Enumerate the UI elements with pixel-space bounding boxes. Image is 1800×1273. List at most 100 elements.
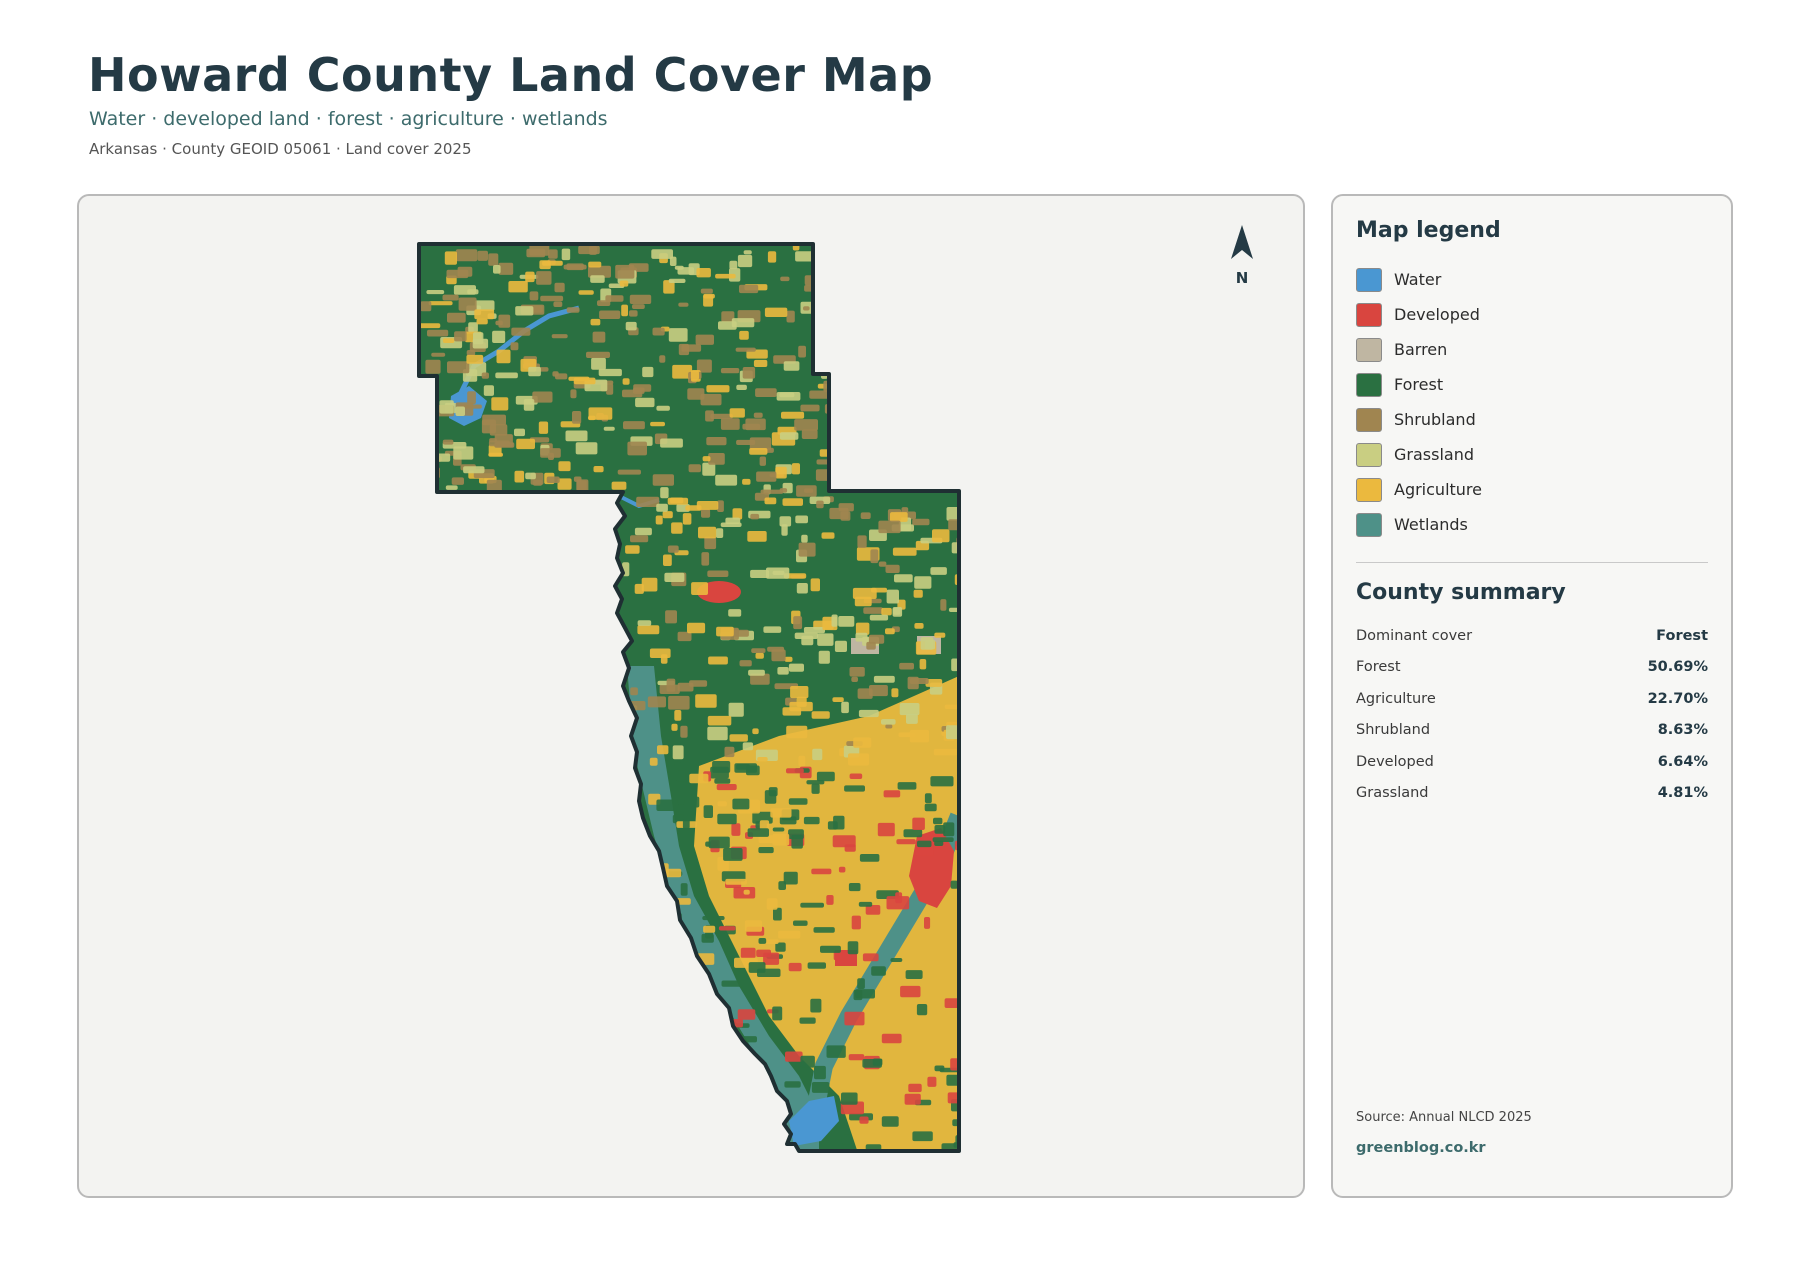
land-cover-patch: [944, 704, 959, 710]
land-cover-patch: [630, 535, 649, 543]
land-cover-patch: [736, 384, 747, 390]
land-cover-patch: [747, 531, 767, 542]
land-cover-patch: [816, 771, 835, 782]
land-cover-patch: [687, 622, 706, 634]
land-cover-patch: [801, 429, 818, 439]
land-cover-patch: [498, 314, 511, 328]
land-cover-patch: [898, 732, 916, 738]
summary-table: Dominant cover Forest Forest 50.69% Agricult…: [1356, 620, 1708, 809]
legend-list: Water Developed Barren Forest Shrubland Grass…: [1356, 262, 1482, 542]
summary-value: 22.70%: [1647, 690, 1708, 707]
map-metadata: Arkansas · County GEOID 05061 · Land cov…: [89, 140, 472, 158]
land-cover-patch: [924, 917, 931, 929]
land-cover-patch: [721, 1065, 738, 1074]
land-cover-patch: [650, 421, 665, 427]
land-cover-patch: [781, 411, 805, 419]
land-cover-patch: [728, 609, 742, 617]
land-cover-patch: [812, 748, 823, 761]
land-cover-patch: [848, 753, 870, 766]
land-cover-patch: [457, 266, 473, 277]
legend-panel: Map legend Water Developed Barren Forest Shr…: [1331, 194, 1733, 1198]
land-cover-patch: [672, 745, 684, 760]
land-cover-patch: [892, 547, 917, 556]
land-cover-patch: [641, 577, 658, 592]
land-cover-patch: [703, 925, 716, 933]
land-cover-patch: [554, 282, 565, 293]
legend-item-barren: Barren: [1356, 332, 1482, 367]
land-cover-patch: [775, 466, 787, 479]
land-cover-patch: [848, 1054, 865, 1061]
land-cover-patch: [863, 607, 884, 614]
land-cover-patch: [796, 485, 817, 497]
legend-divider: [1356, 562, 1708, 563]
land-cover-patch: [634, 583, 644, 594]
county-map[interactable]: [79, 196, 1303, 1196]
site-link[interactable]: greenblog.co.kr: [1356, 1140, 1486, 1156]
land-cover-patch: [857, 688, 873, 699]
land-cover-patch: [841, 1092, 858, 1105]
legend-item-wetlands: Wetlands: [1356, 507, 1482, 542]
land-cover-patch: [593, 466, 604, 473]
legend-label: Forest: [1394, 375, 1444, 394]
land-cover-patch: [426, 290, 445, 295]
land-cover-patch: [590, 275, 605, 283]
land-cover-patch: [488, 253, 499, 266]
land-cover-patch: [756, 949, 771, 957]
legend-swatch: [1356, 267, 1382, 292]
land-cover-patch: [832, 697, 844, 702]
land-cover-patch: [611, 481, 627, 490]
land-cover-patch: [717, 801, 727, 807]
land-cover-patch: [779, 488, 788, 493]
land-cover-patch: [890, 958, 903, 962]
land-cover-patch: [782, 498, 803, 506]
land-cover-patch: [510, 342, 519, 351]
summary-value: Forest: [1656, 627, 1708, 644]
land-cover-patch: [492, 330, 506, 343]
land-cover-patch: [749, 1082, 758, 1089]
land-cover-patch: [466, 350, 476, 356]
land-cover-patch: [496, 349, 511, 364]
land-cover-patch: [466, 354, 484, 364]
land-cover-patch: [927, 1076, 937, 1087]
map-panel[interactable]: [77, 194, 1305, 1198]
land-cover-patch: [796, 583, 808, 594]
land-cover-patch: [768, 787, 778, 797]
land-cover-patch: [826, 895, 834, 905]
land-cover-patch: [468, 322, 478, 333]
land-cover-patch: [757, 757, 768, 762]
legend-label: Wetlands: [1394, 515, 1468, 534]
land-cover-patch: [930, 567, 947, 575]
land-cover-patch: [860, 512, 871, 519]
land-cover-patch: [420, 400, 436, 409]
land-cover-patch: [649, 960, 671, 974]
land-cover-patch: [858, 709, 879, 718]
land-cover-patch: [811, 711, 830, 719]
land-cover-patch: [924, 803, 937, 812]
land-cover-patch: [474, 300, 495, 311]
land-cover-patch: [772, 1006, 783, 1021]
land-cover-patch: [590, 318, 601, 326]
land-cover-patch: [680, 883, 688, 896]
land-cover-patch: [455, 249, 478, 262]
land-cover-patch: [725, 878, 747, 885]
land-cover-patch: [801, 534, 808, 543]
land-cover-patch: [932, 529, 950, 543]
land-cover-patch: [687, 388, 705, 400]
land-cover-patch: [739, 330, 749, 340]
land-cover-patch: [540, 448, 561, 458]
land-cover-patch: [784, 1081, 801, 1088]
land-cover-patch: [744, 920, 762, 932]
land-cover-patch: [759, 456, 766, 466]
land-cover-patch: [816, 459, 835, 465]
land-cover-patch: [912, 518, 930, 526]
land-cover-patch: [892, 607, 901, 615]
land-cover-patch: [912, 1131, 933, 1142]
land-cover-patch: [899, 662, 914, 670]
land-cover-patch: [805, 1155, 827, 1166]
land-cover-patch: [793, 616, 803, 630]
legend-label: Barren: [1394, 340, 1448, 359]
land-cover-patch: [903, 829, 923, 838]
land-cover-patch: [878, 520, 901, 534]
land-cover-patch: [481, 419, 496, 434]
land-cover-patch: [933, 748, 958, 756]
